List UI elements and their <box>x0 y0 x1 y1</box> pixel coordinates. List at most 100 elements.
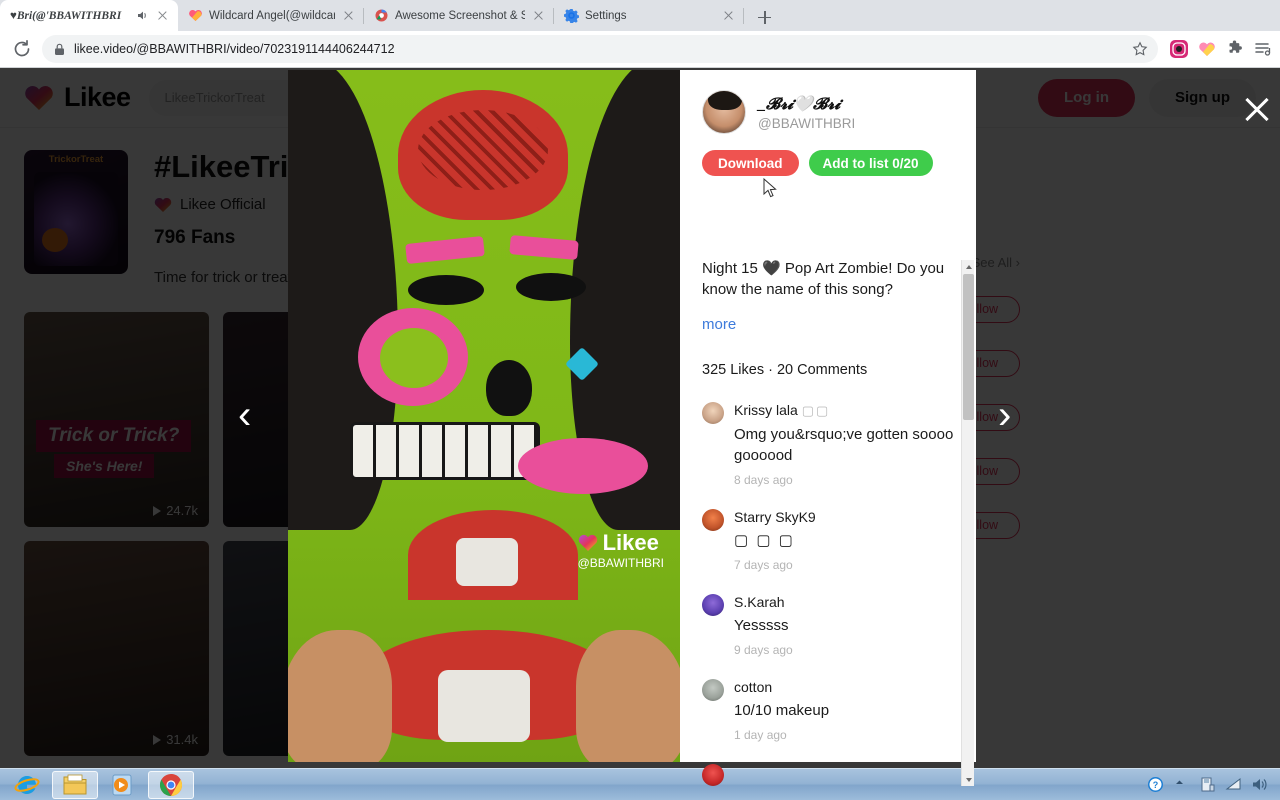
puzzle-extension-icon[interactable] <box>1226 40 1244 58</box>
scrollbar-up-arrow-icon[interactable] <box>962 260 975 274</box>
scrollbar-thumb[interactable] <box>963 274 974 420</box>
browser-tab-1[interactable]: ♥Bri(@'BBAWITHBRI <box>0 0 178 31</box>
video-frame-detail <box>456 538 518 586</box>
comment-time: 8 days ago <box>734 473 793 487</box>
browser-tab-1-title: ♥Bri(@'BBAWITHBRI <box>10 9 122 22</box>
comment-body: Krissy lala ▢▢ Omg you&rsquo;ve gotten s… <box>734 402 954 487</box>
removable-media-icon[interactable] <box>1199 776 1216 793</box>
system-tray: ? <box>1147 776 1276 793</box>
close-tab-1-icon[interactable] <box>155 8 170 23</box>
video-frame-detail <box>518 438 648 494</box>
comment-avatar[interactable] <box>702 764 724 786</box>
info-scroll-area[interactable]: Night 15 🖤 Pop Art Zombie! Do you know t… <box>702 258 954 786</box>
comment-avatar[interactable] <box>702 402 724 424</box>
internet-explorer-taskbar-icon[interactable] <box>4 771 50 799</box>
profile-text: _𝓑𝓻𝓲🤍𝓑𝓻𝓲 @BBAWITHBRI <box>758 94 855 131</box>
new-tab-button[interactable] <box>750 3 778 31</box>
comment-avatar[interactable] <box>702 679 724 701</box>
windows-taskbar: ? <box>0 768 1280 800</box>
bookmark-star-icon[interactable] <box>1132 41 1148 57</box>
comment-time: 9 days ago <box>734 643 793 657</box>
video-frame-detail <box>516 273 586 301</box>
menu-icon[interactable] <box>1254 40 1272 58</box>
more-link[interactable]: more <box>702 316 954 333</box>
video-frame-detail <box>438 670 530 742</box>
tab-3-favicon <box>374 8 389 23</box>
comment-text: 10/10 makeup <box>734 702 830 719</box>
watermark-brand-label: Likee <box>602 530 659 555</box>
comment-body: Starry SkyK9 ▢ ▢ ▢ 7 days ago <box>734 509 954 572</box>
show-hidden-icons-icon[interactable] <box>1173 776 1190 793</box>
video-stats: 325 Likes · 20 Comments <box>702 362 868 378</box>
reload-icon[interactable] <box>8 35 36 63</box>
volume-tray-icon[interactable] <box>1251 776 1268 793</box>
profile-handle: @BBAWITHBRI <box>758 115 856 131</box>
close-tab-4-icon[interactable] <box>721 8 736 23</box>
comment-item: cotton 10/10 makeup 1 day ago <box>702 679 954 742</box>
tab-audio-icon[interactable] <box>136 9 149 22</box>
video-frame-detail <box>418 110 548 190</box>
comment-author: cotton <box>734 679 773 695</box>
video-frame-detail <box>288 630 392 762</box>
previous-video-button[interactable]: ‹ <box>238 395 272 435</box>
comment-body <box>734 764 954 786</box>
close-tab-2-icon[interactable] <box>341 8 356 23</box>
browser-tab-3-title: Awesome Screenshot & Screen R <box>395 9 525 22</box>
browser-tab-4-title: Settings <box>585 9 627 22</box>
chrome-browser-window: ♥Bri(@'BBAWITHBRI Wildcard Angel(@wildca… <box>0 0 1280 786</box>
panel-scrollbar[interactable] <box>961 260 974 786</box>
video-frame-detail <box>486 360 532 416</box>
comment-item: S.Karah Yesssss 9 days ago <box>702 594 954 657</box>
video-watermark: Likee @BBAWITHBRI <box>577 530 664 570</box>
video-frame-detail <box>408 275 484 305</box>
close-tab-3-icon[interactable] <box>531 8 546 23</box>
video-description: Night 15 🖤 Pop Art Zombie! Do you know t… <box>702 260 945 298</box>
close-modal-icon[interactable] <box>1240 92 1274 126</box>
tab-4-favicon <box>564 8 579 25</box>
tab-2-favicon <box>188 8 203 23</box>
video-frame-detail <box>350 422 540 480</box>
scrollbar-down-arrow-icon[interactable] <box>962 772 975 786</box>
comment-author: S.Karah <box>734 594 785 610</box>
comment-text: Omg you&rsquo;ve gotten soooo goooood <box>734 426 954 464</box>
likee-watermark-heart-icon <box>578 534 598 552</box>
comment-body: cotton 10/10 makeup 1 day ago <box>734 679 954 742</box>
watermark-handle-label: @BBAWITHBRI <box>577 556 664 570</box>
video-frame-detail <box>380 328 448 388</box>
comment-avatar[interactable] <box>702 509 724 531</box>
comment-avatar[interactable] <box>702 594 724 616</box>
browser-tab-2[interactable]: Wildcard Angel(@wildcardangel) <box>178 0 364 31</box>
media-player-taskbar-icon[interactable] <box>100 771 146 799</box>
browser-tab-3[interactable]: Awesome Screenshot & Screen R <box>364 0 554 31</box>
add-to-list-button[interactable]: Add to list 0/20 <box>808 150 933 176</box>
avatar[interactable] <box>702 90 746 134</box>
browser-toolbar: likee.video/@BBAWITHBRI/video/7023191144… <box>0 31 1280 68</box>
chrome-taskbar-icon[interactable] <box>148 770 194 799</box>
comment-item <box>702 764 954 786</box>
next-video-button[interactable]: › <box>998 395 1032 435</box>
comment-author: Krissy lala ▢▢ <box>734 402 831 418</box>
comment-item: Krissy lala ▢▢ Omg you&rsquo;ve gotten s… <box>702 402 954 487</box>
browser-tab-2-title: Wildcard Angel(@wildcardangel) <box>209 9 335 22</box>
comment-time: 7 days ago <box>734 558 793 572</box>
profile-name: _𝓑𝓻𝓲🤍𝓑𝓻𝓲 <box>758 95 841 113</box>
svg-text:?: ? <box>1153 780 1159 790</box>
profile-row[interactable]: _𝓑𝓻𝓲🤍𝓑𝓻𝓲 @BBAWITHBRI <box>702 90 958 134</box>
tab-strip: ♥Bri(@'BBAWITHBRI Wildcard Angel(@wildca… <box>0 0 1280 31</box>
video-modal: Likee @BBAWITHBRI _𝓑𝓻𝓲🤍𝓑𝓻𝓲 @BBAWITHBRI D… <box>288 70 976 786</box>
address-bar-url: likee.video/@BBAWITHBRI/video/7023191144… <box>74 42 395 56</box>
extension-icons <box>1170 40 1272 58</box>
address-bar[interactable]: likee.video/@BBAWITHBRI/video/7023191144… <box>42 35 1158 63</box>
help-tray-icon[interactable]: ? <box>1147 776 1164 793</box>
comment-author: Starry SkyK9 <box>734 509 816 525</box>
browser-tab-4[interactable]: Settings <box>554 0 744 31</box>
heart-extension-icon[interactable] <box>1198 40 1216 58</box>
network-tray-icon[interactable] <box>1225 776 1242 793</box>
download-button[interactable]: Download <box>702 150 799 176</box>
video-info-panel: _𝓑𝓻𝓲🤍𝓑𝓻𝓲 @BBAWITHBRI Download Add to lis… <box>680 70 976 786</box>
video-player[interactable]: Likee @BBAWITHBRI <box>288 70 680 762</box>
comment-item: Starry SkyK9 ▢ ▢ ▢ 7 days ago <box>702 509 954 572</box>
comment-text: Yesssss <box>734 617 789 634</box>
file-explorer-taskbar-icon[interactable] <box>52 770 98 799</box>
instagram-extension-icon[interactable] <box>1170 40 1188 58</box>
